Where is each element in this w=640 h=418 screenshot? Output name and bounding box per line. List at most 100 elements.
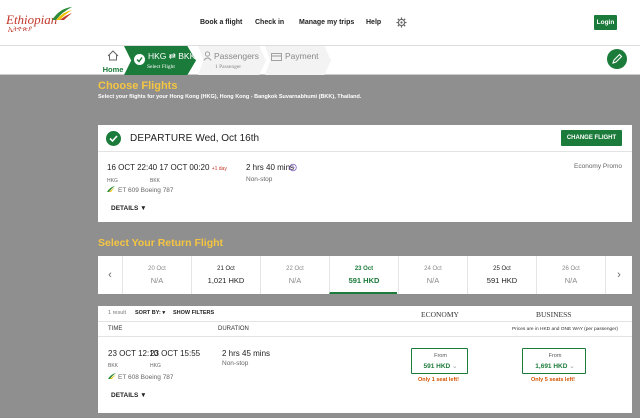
- step-home-label: Home: [102, 65, 124, 74]
- step-payment[interactable]: Payment: [265, 46, 331, 75]
- edit-search-button[interactable]: [607, 49, 627, 69]
- date-option-price: N/A: [288, 276, 302, 285]
- date-option[interactable]: 24 Oct N/A: [398, 256, 466, 294]
- result-arr-time: 23 OCT 15:55: [150, 349, 201, 358]
- logo-amharic: ኢትዮጵያ: [8, 26, 33, 33]
- step-passengers-sub: 1 Passenger: [215, 64, 242, 70]
- departure-duration: 2 hrs 40 mins: [246, 163, 295, 172]
- departure-from-code: HKG: [107, 178, 118, 184]
- date-option[interactable]: 22 Oct N/A: [260, 256, 328, 294]
- result-duration: 2 hrs 45 mins: [222, 349, 271, 358]
- departure-flight-number: ET 609 Boeing 787: [118, 187, 174, 194]
- departure-dep-time: 16 OCT 22:40: [107, 163, 158, 172]
- home-icon: [107, 50, 119, 61]
- date-option[interactable]: 20 Oct N/A: [122, 256, 190, 294]
- caret-down-icon: ▾: [162, 310, 166, 316]
- result-to-code: HKG: [150, 363, 161, 369]
- date-option-date: 22 Oct: [286, 266, 304, 272]
- step-route-label: HKG ⇄ BKK: [148, 51, 196, 61]
- show-filters-button[interactable]: SHOW FILTERS: [173, 310, 214, 316]
- step-passengers[interactable]: Passengers 1 Passenger: [198, 46, 266, 75]
- airline-logo-icon: [108, 373, 116, 379]
- duration-column-header: DURATION: [218, 326, 249, 332]
- date-option[interactable]: 21 Oct 1,021 HKD: [191, 256, 259, 294]
- page-title: Choose Flights: [98, 80, 178, 92]
- departure-date: Wed, Oct 16th: [195, 133, 260, 144]
- top-navbar: Ethiopian ኢትዮጵያ Book a flight Check in M…: [0, 0, 640, 45]
- next-dates-arrow-icon[interactable]: ›: [605, 256, 632, 294]
- departure-stops: Non-stop: [246, 176, 273, 183]
- date-option-date: 23 Oct: [354, 266, 374, 272]
- pencil-icon: [612, 53, 623, 64]
- business-column-header: BUSINESS: [536, 310, 572, 319]
- step-active-check-icon: [134, 54, 145, 65]
- departure-title: DEPARTURE Wed, Oct 16th: [130, 133, 259, 144]
- nav-help[interactable]: Help: [366, 19, 381, 26]
- next-day-badge: +1 day: [211, 166, 227, 172]
- business-from-label: From: [548, 353, 562, 359]
- departure-card: DEPARTURE Wed, Oct 16th CHANGE FLIGHT 16…: [98, 125, 632, 222]
- return-title: Select Your Return Flight: [98, 237, 224, 249]
- results-panel: 1 result SORT BY: ▾ SHOW FILTERS ECONOMY…: [98, 306, 632, 413]
- result-flight-number: ET 608 Boeing 787: [118, 374, 174, 381]
- gear-icon[interactable]: [396, 17, 407, 28]
- sort-by-label: SORT BY:: [135, 310, 161, 316]
- time-column-header: TIME: [108, 326, 123, 332]
- date-option-date: 25 Oct: [493, 266, 511, 272]
- result-details-toggle[interactable]: DETAILS ▼: [111, 392, 147, 399]
- nav-book-flight[interactable]: Book a flight: [200, 19, 242, 26]
- departure-arr-time: 17 OCT 00:20: [159, 163, 210, 172]
- economy-column-header: ECONOMY: [421, 310, 459, 319]
- person-icon: [203, 51, 212, 61]
- date-option-price: 591 HKD: [348, 276, 380, 285]
- economy-price: 591 HKD ⌄: [423, 363, 458, 370]
- login-button[interactable]: Login: [594, 15, 617, 30]
- step-home[interactable]: Home: [100, 46, 124, 76]
- step-select-flight-label: Select Flight: [147, 64, 175, 70]
- airline-logo-icon: [107, 186, 115, 192]
- nav-manage-trips[interactable]: Manage my trips: [299, 19, 354, 26]
- change-flight-button[interactable]: CHANGE FLIGHT: [561, 130, 622, 146]
- timing-icon: [289, 163, 297, 172]
- business-fare-button[interactable]: From 1,691 HKD ⌄: [522, 348, 586, 374]
- economy-fare-button[interactable]: From 591 HKD ⌄: [411, 348, 468, 374]
- step-select-flight[interactable]: HKG ⇄ BKK Select Flight: [124, 46, 196, 75]
- departure-times: 16 OCT 22:40 17 OCT 00:20 +1 day: [107, 163, 227, 172]
- result-details-label: DETAILS: [111, 392, 139, 399]
- results-count: 1 result: [108, 310, 127, 316]
- page-subtitle: Select your flights for your Hong Kong (…: [98, 94, 362, 100]
- date-option-price: N/A: [150, 276, 164, 285]
- date-option-price: 591 HKD: [486, 276, 518, 285]
- result-stops: Non-stop: [222, 360, 249, 367]
- date-option-price: 1,021 HKD: [207, 276, 245, 285]
- date-option-date: 20 Oct: [148, 266, 166, 272]
- departure-details-toggle[interactable]: DETAILS ▼: [111, 205, 147, 212]
- sort-by-dropdown[interactable]: SORT BY: ▾: [135, 310, 165, 316]
- date-option-date: 24 Oct: [424, 266, 442, 272]
- results-toolbar: 1 result SORT BY: ▾ SHOW FILTERS ECONOMY…: [98, 306, 632, 322]
- card-icon: [271, 53, 282, 61]
- caret-down-icon: ▼: [140, 205, 147, 212]
- divider: [98, 336, 632, 337]
- departure-cabin: Economy Promo: [574, 163, 623, 170]
- nav-check-in[interactable]: Check in: [255, 19, 284, 26]
- date-option-date: 21 Oct: [217, 266, 235, 272]
- date-option[interactable]: 25 Oct 591 HKD: [467, 256, 535, 294]
- price-note: Prices are in HKD and ONE WAY (per passe…: [512, 327, 619, 332]
- booking-steps-bar: Home HKG ⇄ BKK Select Flight Passengers …: [0, 45, 640, 75]
- departure-header: DEPARTURE Wed, Oct 16th CHANGE FLIGHT: [98, 125, 632, 152]
- economy-from-label: From: [434, 353, 447, 359]
- step-payment-label: Payment: [285, 51, 319, 61]
- ethiopian-logo[interactable]: Ethiopian ኢትዮጵያ: [6, 6, 76, 38]
- date-option-date: 26 Oct: [562, 266, 580, 272]
- business-price: 1,691 HKD ⌄: [535, 363, 575, 370]
- prev-dates-arrow-icon[interactable]: ‹: [98, 256, 122, 294]
- date-option-selected[interactable]: 23 Oct 591 HKD: [329, 256, 397, 294]
- departure-details-label: DETAILS: [111, 205, 139, 212]
- departure-check-icon: [106, 131, 121, 146]
- logo-swoosh-icon: [52, 7, 72, 20]
- date-option[interactable]: 26 Oct N/A: [536, 256, 604, 294]
- step-passengers-label: Passengers: [214, 51, 259, 61]
- date-option-price: N/A: [564, 276, 578, 285]
- date-option-price: N/A: [426, 276, 440, 285]
